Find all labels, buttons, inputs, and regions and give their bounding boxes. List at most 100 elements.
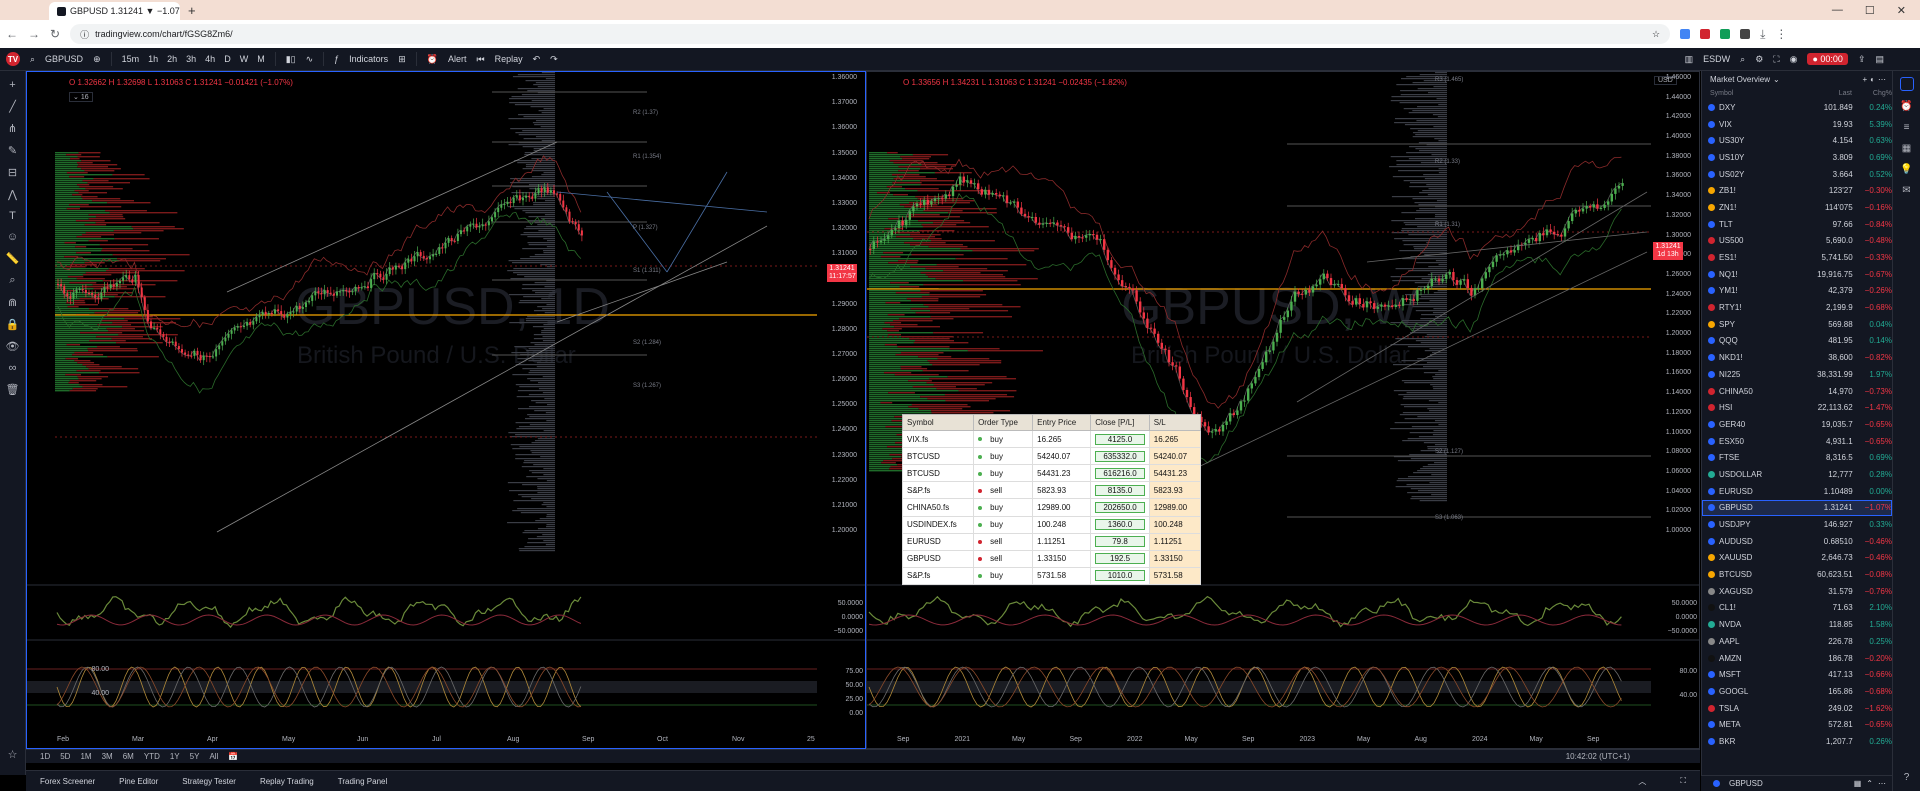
ideas-icon[interactable]: 💡 [1900,164,1912,175]
watchlist-row[interactable]: ESX50 4,931.1 −0.65% [1702,433,1892,450]
left-chart-pane[interactable]: O 1.32662 H 1.32698 L 1.31063 C 1.31241 … [26,71,866,749]
watchlist-row[interactable]: US02Y 3.664 0.52% [1702,166,1892,183]
watchlist-row[interactable]: US30Y 4.154 0.63% [1702,132,1892,149]
extension-icon[interactable] [1740,29,1751,39]
brush-icon[interactable]: ✎ [8,144,17,157]
settings-gear-icon[interactable]: ⚙ [1755,54,1763,65]
watchlist-row[interactable]: EURUSD 1.10489 0.00% [1702,483,1892,500]
chevron-up-icon[interactable]: ⌃ [1866,779,1873,788]
bottom-tab[interactable]: Trading Panel [338,777,388,786]
layout-icon[interactable]: ▥ [1685,54,1694,65]
redo-icon[interactable]: ↷ [550,54,558,65]
watchlist-row[interactable]: AUDUSD 0.68510 −0.46% [1702,533,1892,550]
watchlist-row[interactable]: RTY1! 2,199.9 −0.68% [1702,299,1892,316]
hide-drawings-icon[interactable]: 👁 [6,340,20,353]
alert-icon[interactable]: ⏰ [427,54,438,65]
undo-icon[interactable]: ↶ [533,54,541,65]
more-options-icon[interactable]: ⋯ [1878,75,1886,84]
trendline-icon[interactable]: ╱ [9,100,16,113]
watchlist-row[interactable]: NVDA 118.85 1.58% [1702,616,1892,633]
order-row[interactable]: VIX.fs buy 16.265 4125.0 16.265 [901,429,1202,449]
watchlist-row[interactable]: BTCUSD 60,623.51 −0.08% [1702,566,1892,583]
col-chg[interactable]: Chg% [1852,90,1892,97]
watchlist-row[interactable]: US10Y 3.809 0.69% [1702,149,1892,166]
bookmark-star-icon[interactable]: ☆ [1652,29,1660,40]
help-icon[interactable]: ? [1904,772,1910,783]
clock-timezone[interactable]: 10:42:02 (UTC+1) [1566,752,1630,761]
templates-icon[interactable]: ⊞ [398,54,406,65]
replay-button[interactable]: Replay [495,54,523,64]
camera-icon[interactable]: ◉ [1790,54,1798,65]
browser-menu-icon[interactable]: ⋮ [1775,27,1787,41]
interval-button[interactable]: D [224,54,231,64]
watchlist-row[interactable]: USDJPY 146.927 0.33% [1702,516,1892,533]
price-axis[interactable]: 1.46000 1.44000 1.42000 1.40000 1.38000 1.360… [1651,72,1699,592]
range-button[interactable]: 5Y [190,752,200,761]
more-options-icon[interactable]: ⋯ [1878,779,1886,788]
replay-icon[interactable]: ⏮ [476,54,484,65]
watchlist-row[interactable]: ZN1! 114'075 −0.16% [1702,199,1892,216]
bottom-tab[interactable]: Strategy Tester [182,777,236,786]
col-last[interactable]: Last [1794,90,1852,97]
extension-icon[interactable] [1700,29,1711,39]
forward-icon[interactable]: → [28,27,40,41]
watchlist-row[interactable]: BKR 1,207.7 0.26% [1702,733,1892,750]
watchlist-row[interactable]: MSFT 417.13 −0.66% [1702,666,1892,683]
chevron-down-icon[interactable]: ⌄ [1773,75,1780,84]
bottom-tab[interactable]: Pine Editor [119,777,158,786]
fullscreen-icon[interactable]: ⛶ [1773,54,1779,65]
watchlist-row[interactable]: US500 5,690.0 −0.48% [1702,233,1892,250]
watchlist-row[interactable]: TSLA 249.02 −1.62% [1702,700,1892,717]
right-chart-pane[interactable]: O 1.33656 H 1.34231 L 1.31063 C 1.31241 … [866,71,1700,749]
lock-drawings-icon[interactable]: 🔒 [6,318,20,331]
browser-tab[interactable]: GBPUSD 1.31241 ▼ −1.07% ✕ [49,2,180,20]
watchlist-row[interactable]: META 572.81 −0.65% [1702,716,1892,733]
interval-button[interactable]: 3h [186,54,196,64]
range-button[interactable]: 3M [102,752,113,761]
watchlist-row[interactable]: NI225 38,331.99 1.97% [1702,366,1892,383]
url-field[interactable]: ⓘ tradingview.com/chart/fGSG8Zm6/ ☆ [70,24,1671,44]
magnet-icon[interactable]: ⋒ [8,296,17,309]
watchlist-row[interactable]: XAGUSD 31.579 −0.76% [1702,583,1892,600]
search-icon[interactable]: ⌕ [1740,54,1745,65]
watchlist-row[interactable]: ZB1! 123'27 −0.30% [1702,182,1892,199]
extension-icon[interactable] [1680,29,1691,39]
record-button[interactable]: ● 00:00 [1807,53,1848,65]
order-row[interactable]: BTCUSD buy 54240.07 635332.0 54240.07 [901,447,1202,466]
range-button[interactable]: 1Y [170,752,180,761]
watchlist-row[interactable]: GBPUSD 1.31241 −1.07% [1702,499,1892,517]
object-tree-icon[interactable]: ≡ [1904,122,1910,133]
interval-button[interactable]: 4h [205,54,215,64]
time-axis[interactable]: Feb Mar Apr May Jun Jul Aug Sep Oct Nov 25 [27,736,817,748]
goto-date-icon[interactable]: 📅 [228,752,238,761]
download-icon[interactable]: ⤓ [1760,27,1765,42]
link-icon[interactable]: ∞ [9,362,17,374]
compare-symbol-icon[interactable]: ⊕ [93,54,101,65]
collapse-panel-icon[interactable]: ︿ [1638,776,1646,787]
watchlist-row[interactable]: QQQ 481.95 0.14% [1702,333,1892,350]
bottom-tab[interactable]: Replay Trading [260,777,314,786]
maximize-icon[interactable]: ☐ [1865,4,1875,17]
trash-icon[interactable]: 🗑 [6,383,20,396]
range-button[interactable]: 1M [80,752,91,761]
watchlist-row[interactable]: XAUUSD 2,646.73 −0.46% [1702,550,1892,567]
watchlist-row[interactable]: GER40 19,035.7 −0.65% [1702,416,1892,433]
interval-button[interactable]: 1h [148,54,158,64]
back-icon[interactable]: ← [6,27,18,41]
projection-icon[interactable]: ⋀ [8,188,17,201]
watchlist-row[interactable]: CHINA50 14,970 −0.73% [1702,383,1892,400]
add-symbol-icon[interactable]: + [1862,75,1867,84]
watchlist-row[interactable]: CL1! 71.63 2.10% [1702,600,1892,617]
interval-button[interactable]: M [257,54,265,64]
symbol-button[interactable]: GBPUSD [45,54,83,64]
watchlist-row[interactable]: ES1! 5,741.50 −0.33% [1702,249,1892,266]
order-row[interactable]: BTCUSD buy 54431.23 616216.0 54431.23 [901,464,1202,483]
watchlist-row[interactable]: NKD1! 38,600 −0.82% [1702,349,1892,366]
watchlist-row[interactable]: VIX 19.93 5.39% [1702,116,1892,133]
order-row[interactable]: EURUSD sell 1.11251 79.8 1.11251 [901,532,1202,551]
notifications-icon[interactable]: ▤ [1875,54,1884,65]
tradingview-logo-icon[interactable]: TV [6,52,20,66]
close-window-icon[interactable]: ✕ [1897,4,1906,17]
range-button[interactable]: 1D [40,752,50,761]
reload-icon[interactable]: ↻ [50,27,60,41]
